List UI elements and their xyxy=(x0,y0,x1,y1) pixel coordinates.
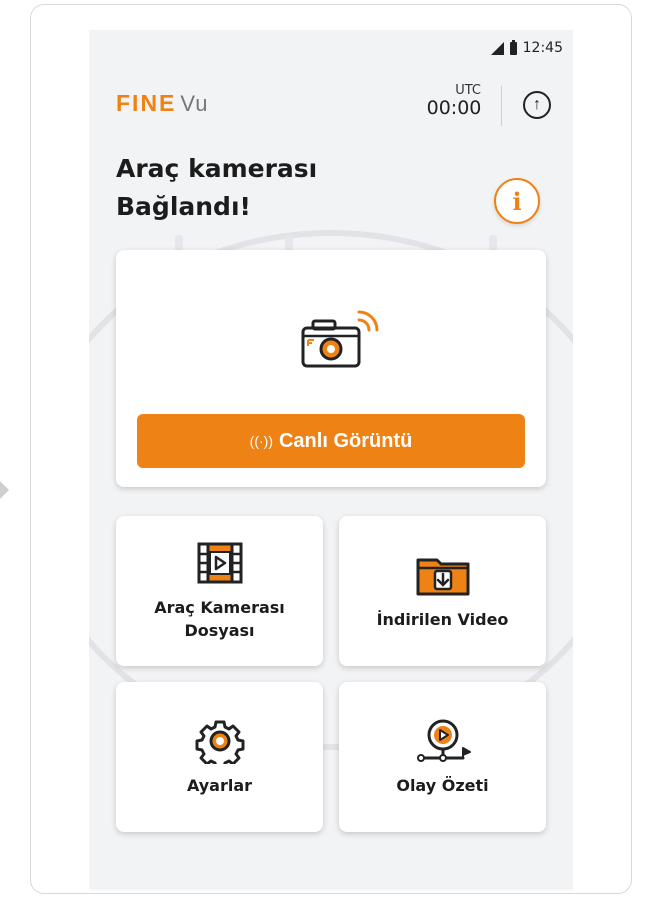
brand-logo: FINE Vu xyxy=(116,90,208,117)
status-time: 12:45 xyxy=(522,40,563,56)
live-view-label: Canlı Görüntü xyxy=(278,429,413,452)
radio-wave-icon: ((·)) xyxy=(249,433,273,449)
page-title-line2: Bağlandı! xyxy=(116,192,251,221)
live-view-button[interactable]: ((·)) Canlı Görüntü xyxy=(137,414,525,468)
event-summary-label: Olay Özeti xyxy=(396,775,489,795)
settings-tile[interactable]: Ayarlar xyxy=(116,682,323,832)
info-button[interactable]: i xyxy=(494,178,540,224)
live-view-card: ((·)) Canlı Görüntü xyxy=(116,250,546,487)
dashcam-files-label: Araç Kamerası Dosyası xyxy=(154,596,285,642)
brand-logo-part1: FINE xyxy=(116,90,177,116)
film-icon xyxy=(197,542,242,584)
upload-button[interactable]: ↑ xyxy=(523,91,551,119)
downloaded-video-tile[interactable]: İndirilen Video xyxy=(339,516,546,666)
app-screen: 12:45 FINE Vu UTC 00:00 ↑ Araç kamerası … xyxy=(89,30,573,890)
utc-time: 00:00 xyxy=(426,97,482,119)
page-title: Araç kamerası Bağlandı! xyxy=(116,150,317,226)
signal-icon xyxy=(490,41,504,55)
dashcam-files-label-line1: Araç Kamerası xyxy=(154,598,285,617)
camera-wifi-icon xyxy=(301,310,379,368)
brand-logo-part2: Vu xyxy=(180,91,209,116)
utc-clock: UTC 00:00 xyxy=(424,84,484,118)
downloaded-video-label: İndirilen Video xyxy=(376,609,509,629)
upload-icon: ↑ xyxy=(533,96,541,113)
download-folder-icon xyxy=(416,558,469,595)
status-bar: 12:45 xyxy=(490,38,563,58)
dashcam-files-label-line2: Dosyası xyxy=(184,621,255,640)
header-divider xyxy=(501,86,502,126)
gear-icon xyxy=(195,720,244,764)
settings-label: Ayarlar xyxy=(186,775,253,795)
event-summary-tile[interactable]: Olay Özeti xyxy=(339,682,546,832)
info-icon: i xyxy=(512,186,522,216)
dashcam-files-tile[interactable]: Araç Kamerası Dosyası xyxy=(116,516,323,666)
page-title-line1: Araç kamerası xyxy=(116,154,318,183)
utc-label: UTC xyxy=(455,83,481,98)
side-arrow-icon xyxy=(0,481,9,499)
event-summary-icon xyxy=(416,719,471,762)
battery-icon xyxy=(509,39,517,55)
